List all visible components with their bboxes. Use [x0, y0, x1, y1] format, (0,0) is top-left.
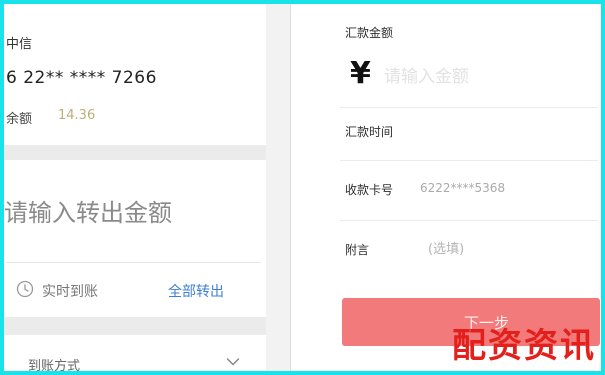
watermark: 配资资讯 [452, 326, 596, 366]
card-row-divider [340, 220, 598, 221]
transfer-all-link[interactable]: 全部转出 [168, 281, 224, 301]
time-label: 汇款时间 [345, 125, 394, 139]
card-value: 6222****5368 [420, 181, 506, 195]
transfer-amount-card [0, 160, 266, 317]
arrival-hint: 实时到账 [42, 284, 98, 300]
currency-symbol: ¥ [350, 56, 371, 91]
amount-divider [6, 262, 261, 263]
balance-label: 余额 [6, 112, 33, 127]
transfer-amount-input[interactable] [4, 196, 259, 230]
panel-gap [266, 0, 290, 375]
chevron-down-icon[interactable] [226, 352, 240, 366]
clock-icon [16, 280, 34, 298]
card-number: 6 22** **** 7266 [6, 68, 157, 88]
bank-name: 中信 [6, 37, 33, 52]
memo-input[interactable] [428, 239, 588, 259]
arrival-method-label: 到账方式 [28, 359, 81, 374]
amount-label: 汇款金额 [345, 26, 394, 40]
memo-label: 附言 [345, 243, 370, 257]
card-label: 收款卡号 [345, 183, 394, 197]
balance-value: 14.36 [58, 108, 96, 123]
remittance-amount-input[interactable] [384, 64, 594, 90]
